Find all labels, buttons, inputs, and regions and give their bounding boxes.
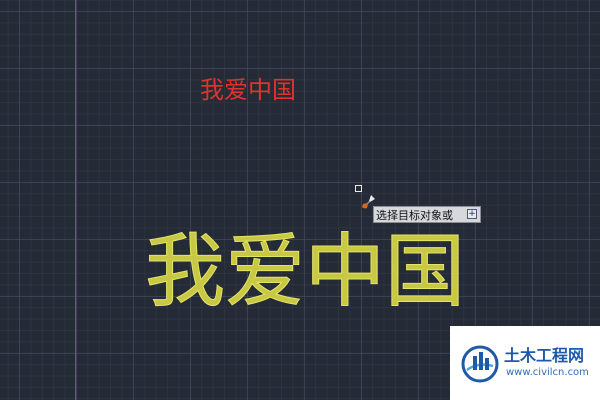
watermark-title: 土木工程网 xyxy=(504,346,585,365)
expand-options-icon[interactable]: + xyxy=(467,209,477,219)
pickbox-cursor xyxy=(355,185,362,192)
tooltip-prompt-text: 选择目标对象或 xyxy=(376,208,453,222)
target-text-object[interactable]: 我爱中国 xyxy=(145,231,466,312)
source-text-object[interactable]: 我爱中国 xyxy=(200,78,296,102)
civilcn-logo-icon xyxy=(461,345,499,383)
site-watermark: 土木工程网 www.civilcn.com xyxy=(450,326,600,400)
cad-drawing-canvas[interactable]: 我爱中国 我爱中国 选择目标对象或 + 土木工程网 www.civilcn.co… xyxy=(0,0,600,400)
y-axis-line xyxy=(75,0,76,400)
watermark-url: www.civilcn.com xyxy=(506,367,589,378)
command-prompt-tooltip: 选择目标对象或 + xyxy=(373,206,481,223)
